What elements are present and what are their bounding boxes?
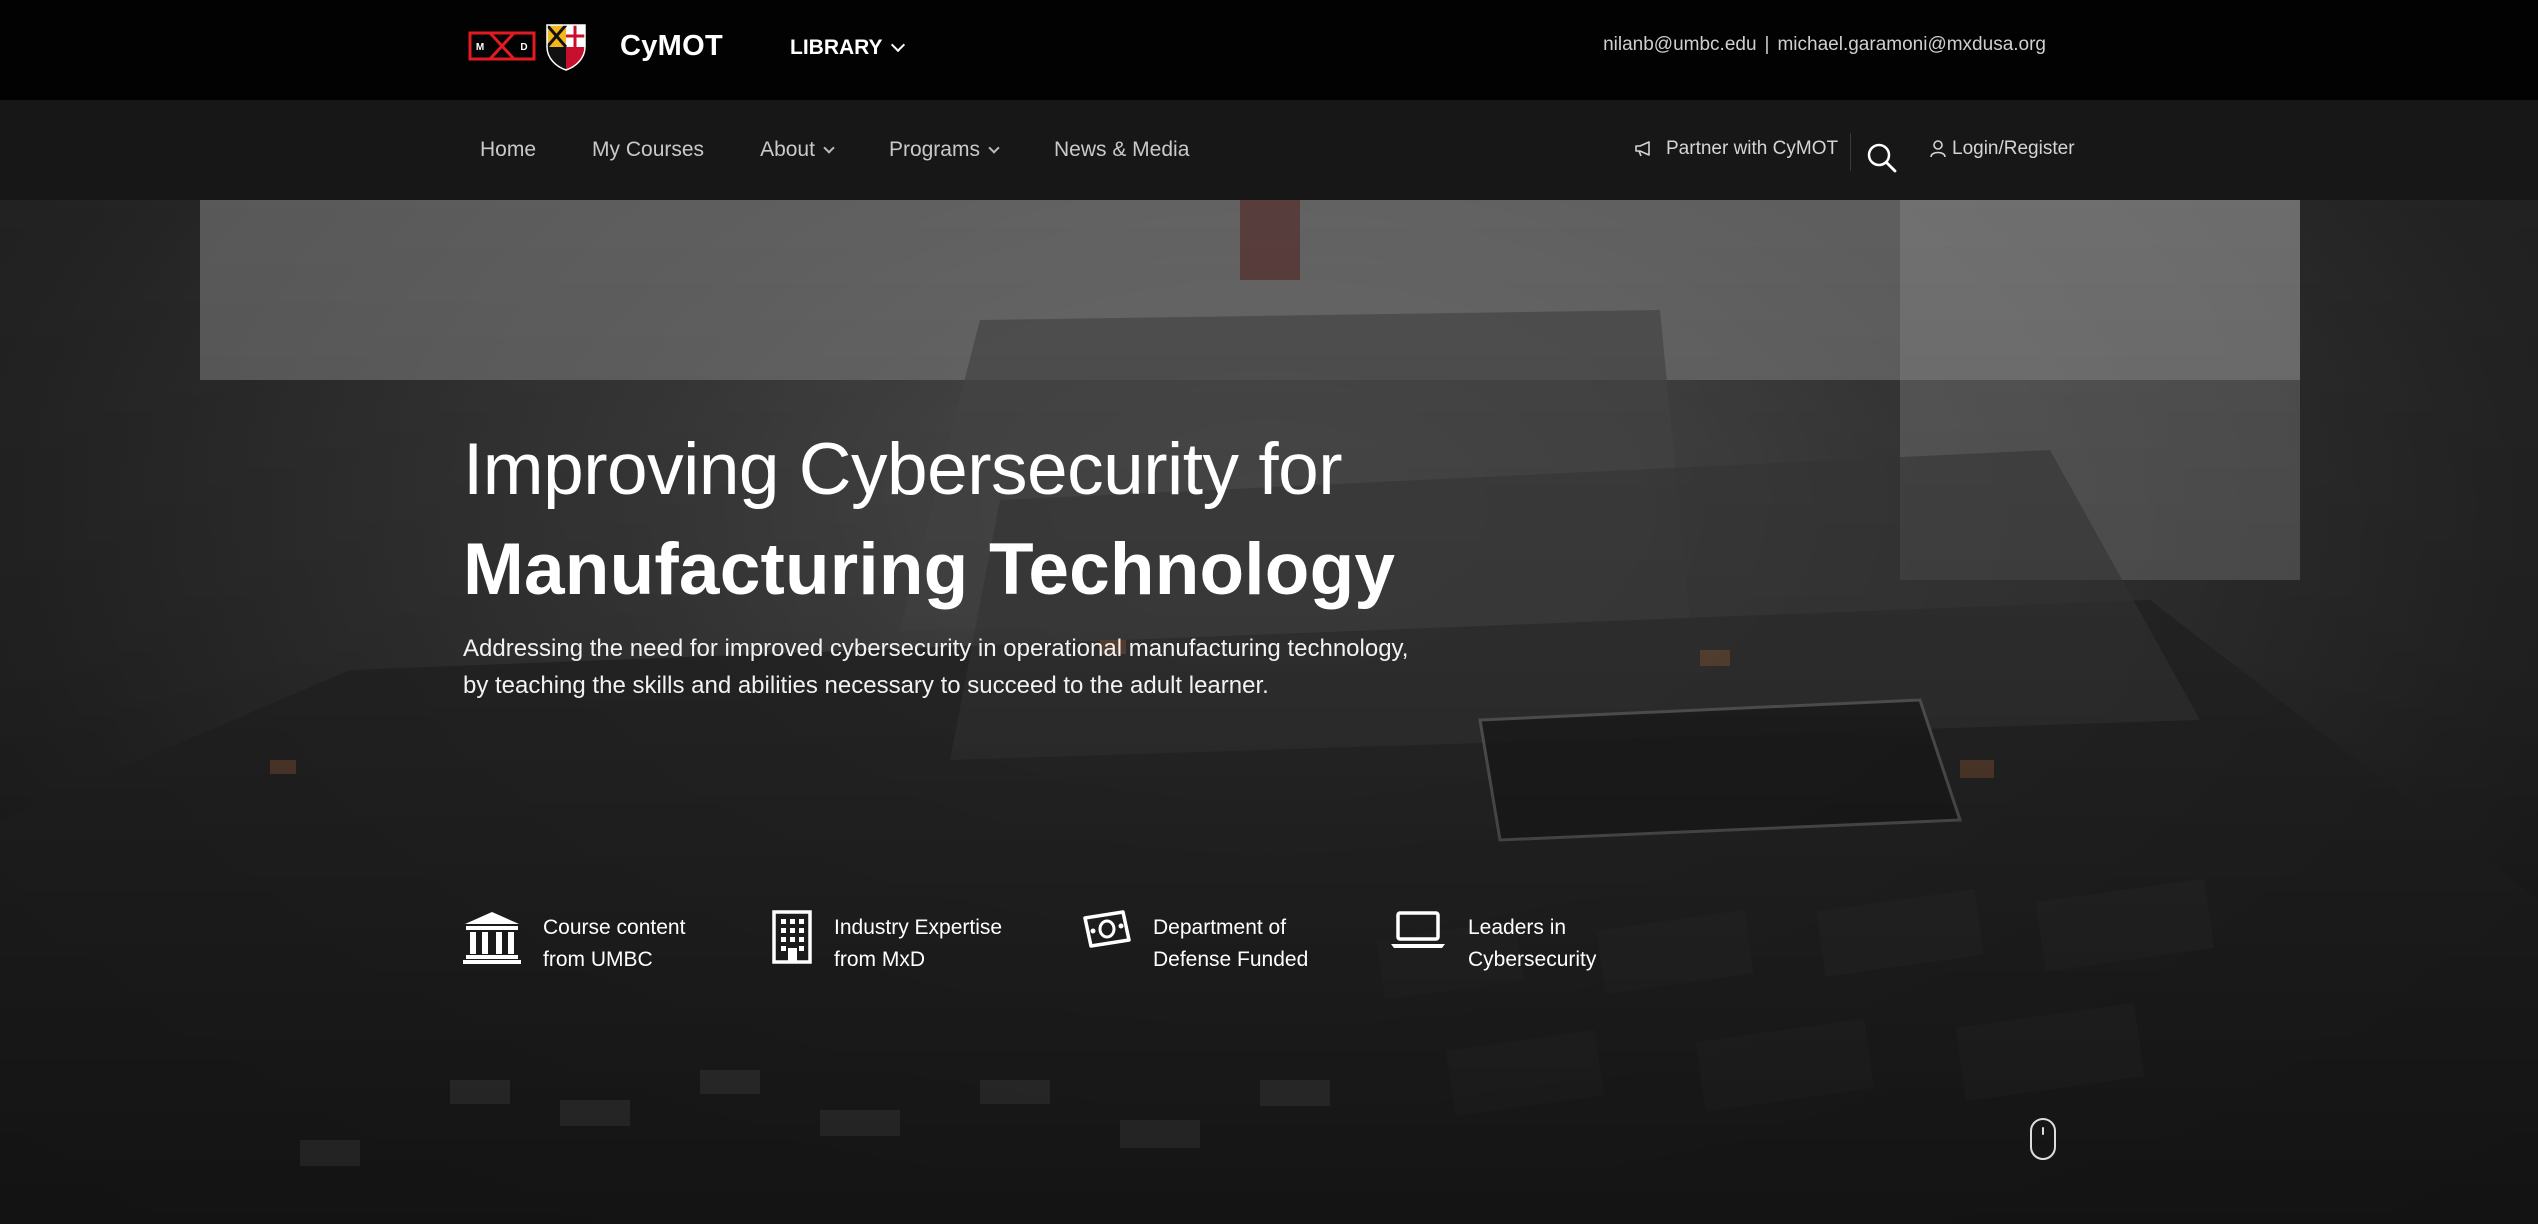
feature-line-1: Course content <box>543 916 686 939</box>
nav-item-my-courses[interactable]: My Courses <box>592 138 704 162</box>
megaphone-icon <box>1635 141 1650 157</box>
feature-line-1: Department of <box>1153 916 1287 939</box>
library-label: LIBRARY <box>790 36 883 59</box>
login-register-link[interactable]: Login/Register <box>1928 138 2075 160</box>
partner-label: Partner with CyMOT <box>1666 138 1839 159</box>
mxd-logo[interactable]: M D <box>468 29 536 63</box>
feature-text: Leaders in Cybersecurity <box>1468 912 1668 976</box>
nav-item-news-media[interactable]: News & Media <box>1054 138 1189 162</box>
mxd-logo-d: D <box>520 42 527 53</box>
nav-item-label: About <box>760 138 815 161</box>
contact-info: nilanb@umbc.edu | michael.garamoni@mxdusa.… <box>1603 34 2046 56</box>
scroll-down-mouse-icon[interactable] <box>2030 1118 2056 1160</box>
feature-cybersecurity: Leaders in Cybersecurity <box>1390 910 1668 976</box>
feature-mxd: Industry Expertise from MxD <box>772 910 1034 976</box>
user-icon <box>1930 140 1946 158</box>
contact-email-mxd[interactable]: michael.garamoni@mxdusa.org <box>1777 34 2046 55</box>
nav-item-label: Home <box>480 138 537 161</box>
search-icon[interactable] <box>1864 140 1900 176</box>
feature-umbc: Course content from UMBC <box>463 910 743 976</box>
money-icon <box>1083 910 1131 948</box>
contact-separator: | <box>1764 34 1770 55</box>
nav-item-about[interactable]: About <box>760 138 835 162</box>
feature-text: Industry Expertise from MxD <box>834 912 1034 976</box>
hero-overlay <box>0 200 2538 1224</box>
feature-line-1: Industry Expertise <box>834 916 1003 939</box>
partner-with-cymot-link[interactable]: Partner with CyMOT <box>1634 138 1838 160</box>
hero-title-line-1: Improving Cybersecurity for <box>463 429 1343 510</box>
nav-divider <box>1850 133 1851 171</box>
feature-line-1: Leaders in <box>1468 916 1567 939</box>
chevron-down-icon <box>890 37 905 53</box>
library-dropdown[interactable]: LIBRARY <box>790 36 905 60</box>
chevron-down-icon <box>823 141 835 154</box>
feature-text: Course content from UMBC <box>543 912 743 976</box>
main-nav: Home My Courses About Programs News & Me… <box>480 100 1245 200</box>
feature-line-2: from UMBC <box>543 948 653 971</box>
feature-dod: Department of Defense Funded <box>1083 910 1353 976</box>
nav-item-home[interactable]: Home <box>480 138 536 162</box>
feature-text: Department of Defense Funded <box>1153 912 1353 976</box>
login-label: Login/Register <box>1952 138 2075 159</box>
hero-section <box>0 200 2538 1224</box>
nav-item-label: News & Media <box>1053 138 1190 161</box>
chevron-down-icon <box>988 141 1000 154</box>
institution-icon <box>463 912 521 964</box>
mxd-logo-m: M <box>476 42 484 53</box>
nav-item-label: Programs <box>888 138 980 161</box>
feature-line-2: Defense Funded <box>1153 948 1309 971</box>
hero-title-line-2: Manufacturing Technology <box>463 529 1396 610</box>
laptop-icon <box>1391 911 1445 948</box>
contact-email-umbc[interactable]: nilanb@umbc.edu <box>1603 34 1756 55</box>
umd-shield-logo[interactable] <box>545 23 587 71</box>
nav-item-label: My Courses <box>592 138 705 161</box>
feature-line-2: from MxD <box>834 948 925 971</box>
brand-name[interactable]: CyMOT <box>620 30 723 63</box>
building-icon <box>772 910 812 964</box>
feature-line-2: Cybersecurity <box>1468 948 1597 971</box>
hero-subtitle: Addressing the need for improved cyberse… <box>463 635 1409 699</box>
nav-item-programs[interactable]: Programs <box>888 138 1000 162</box>
main-navigation-bar: Home My Courses About Programs News & Me… <box>0 100 2538 200</box>
top-bar: M D CyMOT LIBRARY nilanb@umbc.edu | michae… <box>0 0 2538 100</box>
